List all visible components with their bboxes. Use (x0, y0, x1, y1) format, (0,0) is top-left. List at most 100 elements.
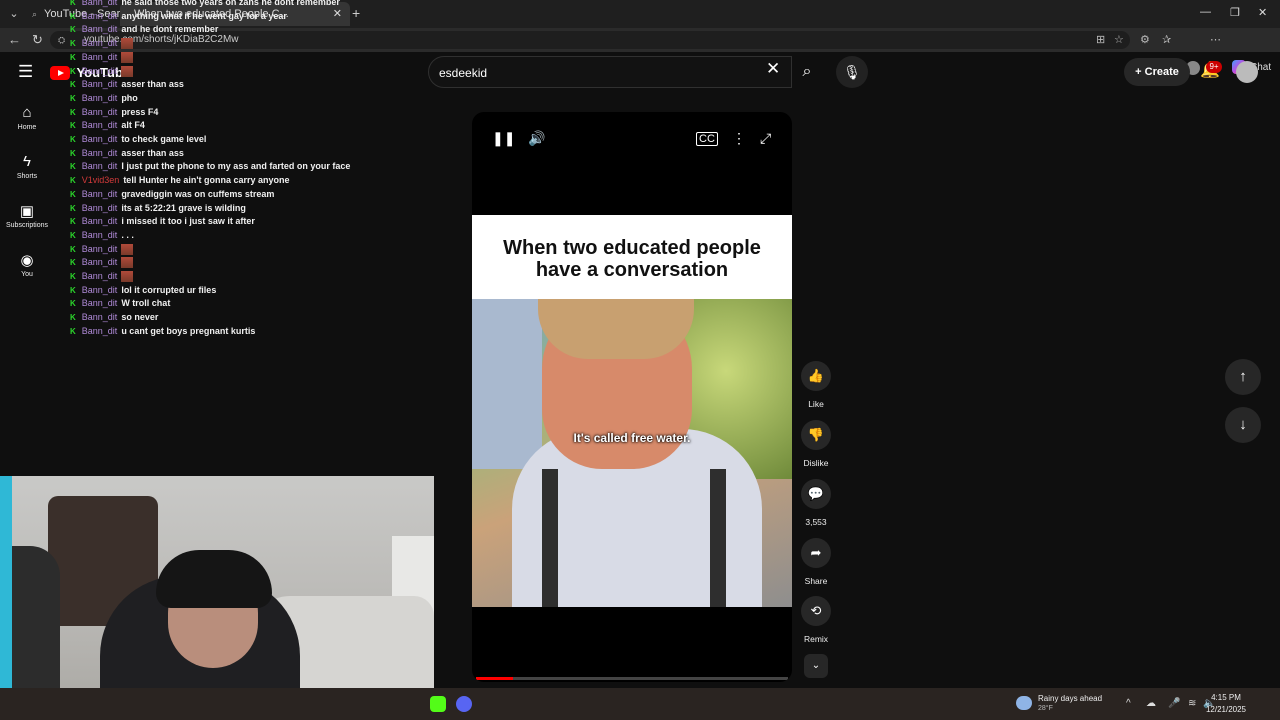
chat-username[interactable]: Bann_dit (82, 189, 118, 199)
chat-username[interactable]: Bann_dit (82, 66, 118, 76)
more-options-icon[interactable]: ⋯ (1210, 33, 1221, 46)
chat-username[interactable]: Bann_dit (82, 24, 118, 34)
minimize-icon[interactable]: — (1200, 6, 1211, 18)
chat-username[interactable]: Bann_dit (82, 203, 118, 213)
search-input[interactable] (439, 63, 739, 83)
chevron-down-icon: ⌄ (811, 660, 821, 671)
chat-message: K Bann_dit u cant get boys pregnant kurtis (66, 325, 255, 338)
chat-username[interactable]: Bann_dit (82, 257, 118, 267)
emote-image (121, 65, 134, 77)
chat-message: K Bann_dit (66, 256, 134, 269)
chat-username[interactable]: Bann_dit (82, 120, 118, 130)
chat-text: press F4 (121, 106, 159, 117)
mic-tray-icon[interactable]: 🎤 (1168, 698, 1180, 709)
previous-short-button[interactable]: ↑ (1225, 359, 1261, 395)
sub-badge-icon: K (70, 326, 76, 336)
chat-username[interactable]: Bann_dit (82, 312, 118, 322)
chat-username[interactable]: Bann_dit (82, 79, 118, 89)
emote-image (121, 257, 134, 269)
chat-username[interactable]: Bann_dit (82, 271, 118, 281)
sound-thumbnail-button[interactable]: ⌄ (804, 654, 828, 678)
backpack-strap (542, 469, 558, 607)
chat-username[interactable]: Bann_dit (82, 52, 118, 62)
chat-username[interactable]: Bann_dit (82, 107, 118, 117)
chat-message: K Bann_dit asser than ass (66, 147, 184, 160)
share-icon: ➦ (801, 538, 831, 568)
site-info-icon[interactable]: ⛭ (58, 31, 65, 49)
chat-text: pho (121, 92, 138, 103)
more-vert-icon[interactable]: ⋮ (732, 130, 746, 147)
shorts-player[interactable]: ❚❚ 🔊 CC ⋮ ⤢ When two educated people hav… (472, 112, 792, 682)
chat-message: K Bann_dit pho (66, 92, 138, 105)
chat-username[interactable]: Bann_dit (82, 134, 118, 144)
chat-username[interactable]: Bann_dit (82, 148, 118, 158)
chat-username[interactable]: Bann_dit (82, 326, 118, 336)
chat-username[interactable]: Bann_dit (82, 285, 118, 295)
account-avatar[interactable] (1236, 61, 1258, 83)
close-window-icon[interactable]: ✕ (1258, 6, 1267, 19)
sub-badge-icon: K (70, 230, 76, 240)
chat-message: K V1vid3en tell Hunter he ain't gonna carr… (66, 174, 290, 187)
tray-app-icon[interactable]: ☁ (1146, 698, 1156, 709)
guide-item-home[interactable]: ⌂ Home (0, 104, 54, 131)
chat-text: asser than ass (121, 147, 184, 158)
guide-item-shorts[interactable]: ϟ Shorts (0, 153, 54, 180)
action-label: Like (808, 399, 824, 409)
clear-search-icon[interactable]: ✕ (766, 59, 780, 79)
chat-message: K Bann_dit press F4 (66, 106, 158, 119)
mic-icon: 🎙 (843, 64, 861, 80)
emote-image (121, 51, 134, 63)
back-icon[interactable]: ← (8, 32, 21, 47)
pause-icon[interactable]: ❚❚ (492, 130, 515, 147)
volume-icon[interactable]: 🔊 (528, 130, 545, 147)
sub-badge-icon: K (70, 189, 76, 199)
favorite-star-icon[interactable]: ☆ (1114, 33, 1124, 46)
chat-username[interactable]: Bann_dit (82, 0, 118, 7)
create-button[interactable]: + Create (1124, 58, 1190, 86)
chat-username[interactable]: V1vid3en (82, 175, 120, 185)
next-short-button[interactable]: ↓ (1225, 407, 1261, 443)
remix-button[interactable]: ⟲ Remix (796, 596, 836, 644)
favorites-icon[interactable]: ✰ (1162, 33, 1171, 46)
thumb-up-icon: 👍 (801, 361, 831, 391)
chat-username[interactable]: Bann_dit (82, 11, 118, 21)
tray-chevron-icon[interactable]: ^ (1126, 698, 1131, 709)
chat-username[interactable]: Bann_dit (82, 244, 118, 254)
chat-username[interactable]: Bann_dit (82, 216, 118, 226)
guide-item-subscriptions[interactable]: ▣ Subscriptions (0, 202, 54, 229)
voice-search-button[interactable]: 🎙 (836, 56, 868, 88)
chat-message: K Bann_dit gravediggin was on cuffems stre… (66, 188, 274, 201)
sub-badge-icon: K (70, 258, 76, 268)
extensions-icon[interactable]: ⚙ (1140, 33, 1150, 46)
search-button[interactable]: ⌕ (792, 56, 822, 88)
dislike-button[interactable]: 👎 Dislike (796, 420, 836, 468)
chat-text: so never (121, 312, 159, 323)
tab-actions-chevron-icon[interactable]: ⌄ (6, 6, 22, 22)
chat-text: to check game level (121, 134, 207, 144)
restore-icon[interactable]: ❐ (1230, 6, 1240, 19)
chat-username[interactable]: Bann_dit (82, 161, 118, 171)
guide-item-you[interactable]: ◉ You (0, 251, 54, 278)
discord-app-icon[interactable] (456, 696, 472, 712)
progress-fill (476, 677, 514, 680)
app-available-icon[interactable]: ⊞ (1096, 33, 1105, 46)
video-progress-bar[interactable] (476, 677, 788, 680)
chat-username[interactable]: Bann_dit (82, 38, 118, 48)
captions-icon[interactable]: CC (696, 132, 718, 146)
led-light (0, 476, 12, 720)
comments-button[interactable]: 💬 3,553 (796, 479, 836, 527)
like-button[interactable]: 👍 Like (796, 361, 836, 409)
chat-message: K Bann_dit its at 5:22:21 grave is wilding (66, 202, 246, 215)
chat-username[interactable]: Bann_dit (82, 93, 118, 103)
refresh-icon[interactable]: ↻ (32, 32, 43, 48)
chat-username[interactable]: Bann_dit (82, 298, 118, 308)
fullscreen-icon[interactable]: ⤢ (760, 130, 771, 147)
share-button[interactable]: ➦ Share (796, 538, 836, 586)
sub-badge-icon: K (70, 148, 76, 158)
chat-username[interactable]: Bann_dit (82, 230, 118, 240)
kick-app-icon[interactable] (430, 696, 446, 712)
system-clock[interactable]: 4:15 PM 12/21/2025 (1196, 692, 1256, 716)
chat-message: K Bann_dit (66, 51, 134, 64)
hamburger-menu-icon[interactable]: ☰ (18, 62, 33, 82)
chat-text: u cant get boys pregnant kurtis (121, 325, 256, 336)
